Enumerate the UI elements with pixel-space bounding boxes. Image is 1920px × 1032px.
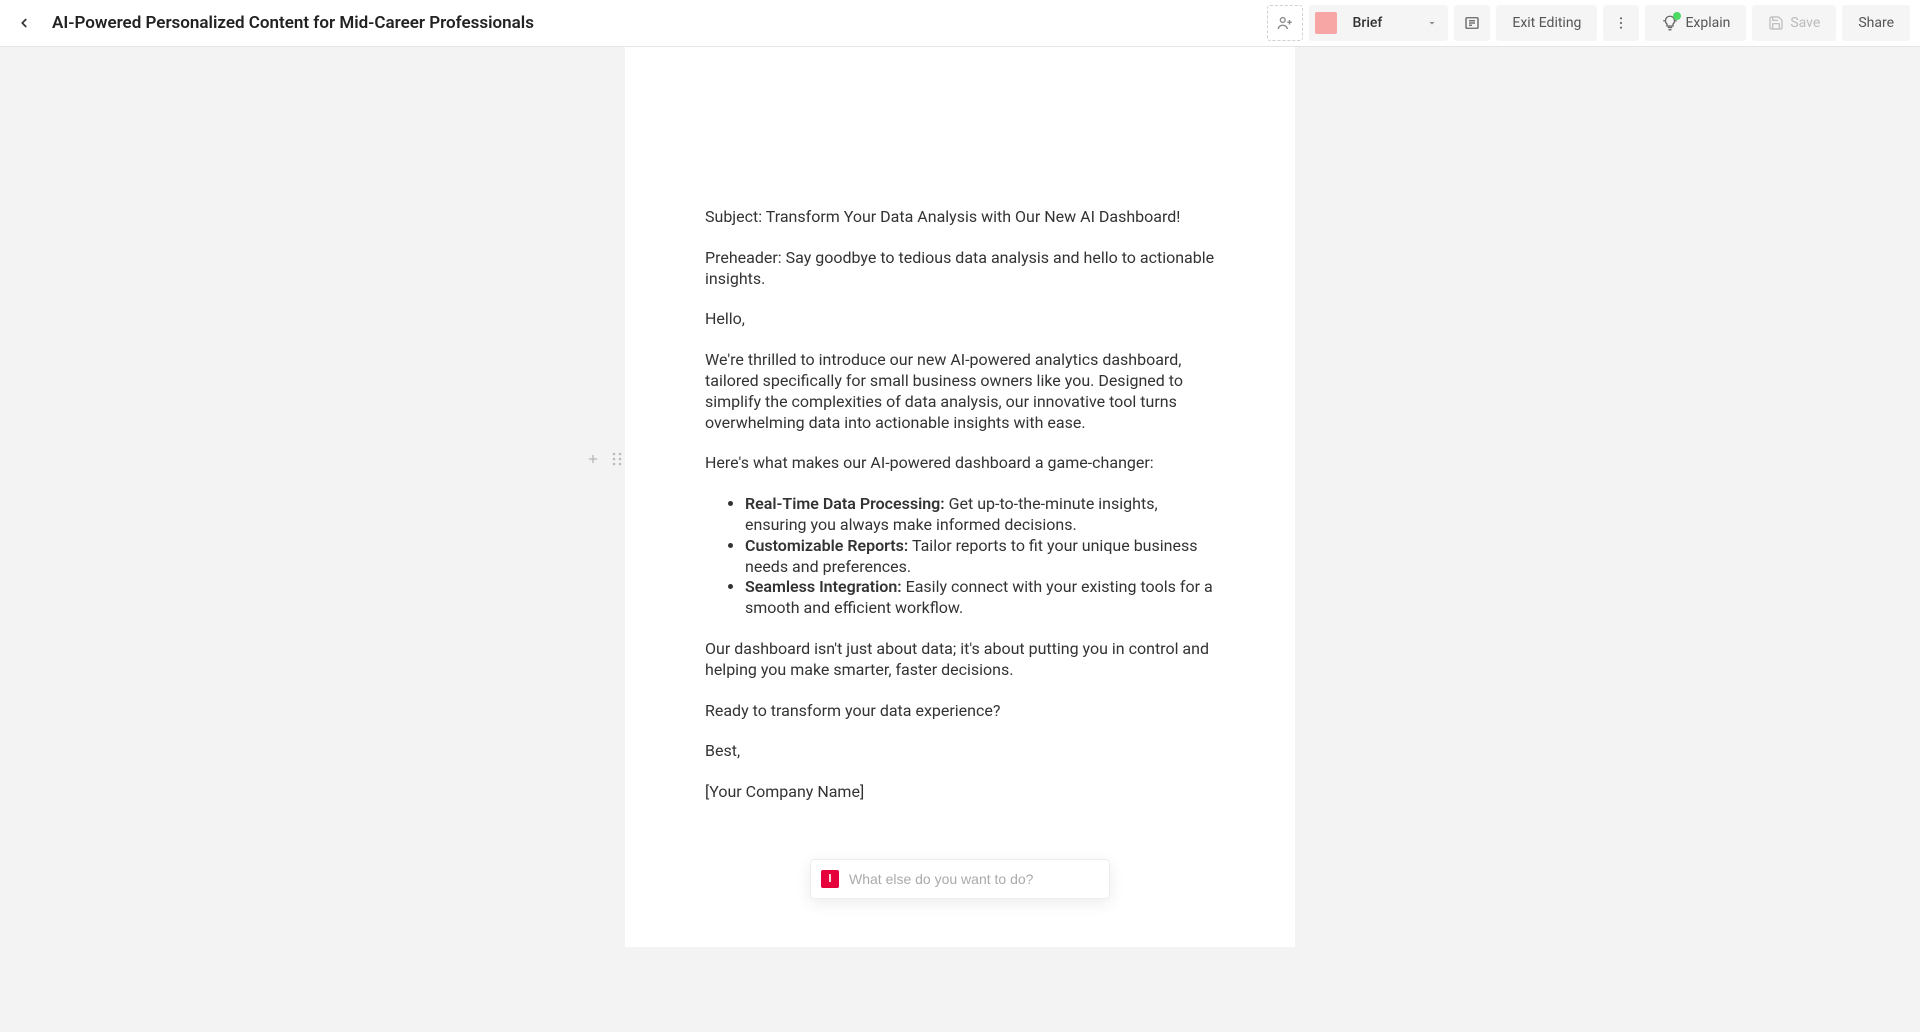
feature-title: Real-Time Data Processing:	[745, 494, 945, 513]
cta-question[interactable]: Ready to transform your data experience?	[705, 701, 1215, 722]
list-item[interactable]: Real-Time Data Processing: Get up-to-the…	[745, 494, 1215, 536]
share-button[interactable]: Share	[1842, 5, 1910, 41]
explain-icon-wrap	[1661, 14, 1679, 32]
page-wrap: Subject: Transform Your Data Analysis wi…	[625, 47, 1295, 1032]
explain-button[interactable]: Explain	[1645, 5, 1746, 41]
prompt-bar[interactable]: I	[810, 859, 1110, 899]
add-block-button[interactable]	[585, 451, 601, 467]
list-item[interactable]: Seamless Integration: Easily connect wit…	[745, 577, 1215, 619]
block-gutter	[585, 451, 625, 467]
add-user-button[interactable]	[1267, 5, 1303, 41]
canvas[interactable]: Subject: Transform Your Data Analysis wi…	[0, 47, 1920, 1032]
brief-swatch	[1315, 12, 1337, 34]
preheader-prefix: Preheader:	[705, 248, 786, 267]
brief-select[interactable]: Brief	[1309, 5, 1449, 41]
prompt-badge: I	[821, 870, 839, 888]
explain-label: Explain	[1685, 15, 1730, 31]
list-item[interactable]: Customizable Reports: Tailor reports to …	[745, 536, 1215, 578]
kebab-icon	[1613, 15, 1629, 31]
notes-button[interactable]	[1454, 5, 1490, 41]
drag-icon	[611, 452, 623, 466]
preheader-line[interactable]: Preheader: Say goodbye to tedious data a…	[705, 248, 1215, 290]
subject-line[interactable]: Subject: Transform Your Data Analysis wi…	[705, 207, 1215, 228]
feature-title: Customizable Reports:	[745, 536, 908, 555]
brief-label: Brief	[1353, 15, 1383, 31]
page-title: AI-Powered Personalized Content for Mid-…	[52, 13, 534, 33]
toolbar: Brief Exit Editing Explain Save	[1267, 5, 1910, 41]
share-label: Share	[1858, 15, 1894, 31]
chevron-left-icon	[17, 16, 31, 30]
person-add-icon	[1276, 14, 1294, 32]
save-label: Save	[1790, 15, 1820, 31]
back-button[interactable]	[10, 9, 38, 37]
prompt-input[interactable]	[849, 871, 1099, 887]
caret-down-icon	[1426, 17, 1438, 29]
drag-handle[interactable]	[609, 451, 625, 467]
features-lead[interactable]: Here's what makes our AI-powered dashboa…	[705, 453, 1215, 474]
features-list[interactable]: Real-Time Data Processing: Get up-to-the…	[705, 494, 1215, 619]
intro-paragraph[interactable]: We're thrilled to introduce our new AI-p…	[705, 350, 1215, 433]
topbar: AI-Powered Personalized Content for Mid-…	[0, 0, 1920, 47]
more-menu-button[interactable]	[1603, 5, 1639, 41]
exit-editing-button[interactable]: Exit Editing	[1496, 5, 1597, 41]
greeting[interactable]: Hello,	[705, 309, 1215, 330]
company-placeholder[interactable]: [Your Company Name]	[705, 782, 1215, 803]
document-page[interactable]: Subject: Transform Your Data Analysis wi…	[625, 47, 1295, 947]
notes-icon	[1463, 14, 1481, 32]
save-icon	[1768, 15, 1784, 31]
feature-title: Seamless Integration:	[745, 577, 902, 596]
subject-prefix: Subject:	[705, 207, 766, 226]
plus-icon	[586, 452, 600, 466]
paragraph-2[interactable]: Our dashboard isn't just about data; it'…	[705, 639, 1215, 681]
subject-text: Transform Your Data Analysis with Our Ne…	[766, 207, 1181, 226]
notification-dot	[1673, 12, 1681, 20]
save-button[interactable]: Save	[1752, 5, 1836, 41]
signoff[interactable]: Best,	[705, 741, 1215, 762]
exit-editing-label: Exit Editing	[1512, 15, 1581, 31]
